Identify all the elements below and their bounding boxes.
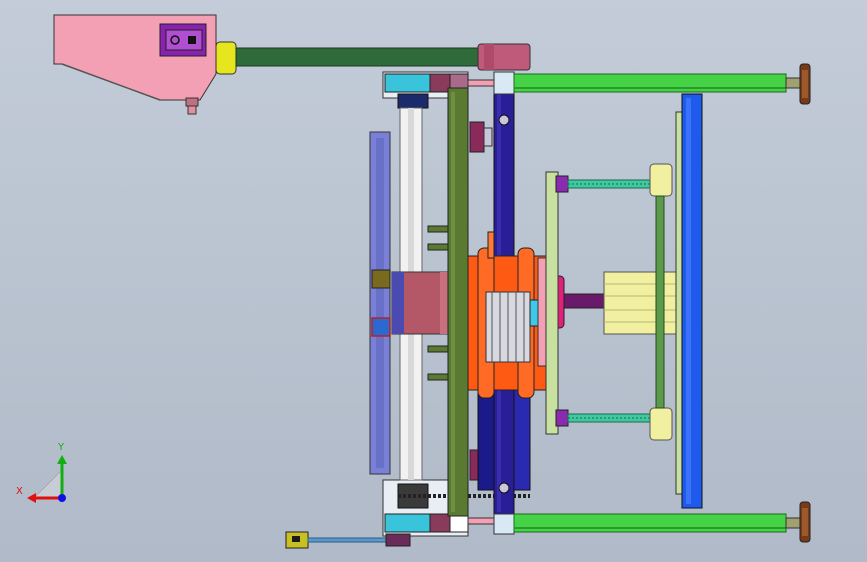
top-frame-bar[interactable] (493, 71, 787, 95)
leveling-foot-top[interactable] (785, 63, 811, 105)
upper-arm[interactable] (215, 41, 531, 75)
z-axis-icon (58, 494, 66, 502)
coordinate-triad (27, 455, 67, 503)
assembly-drawing[interactable] (0, 0, 867, 562)
leveling-foot-bottom[interactable] (785, 501, 811, 543)
y-axis-label: Y (58, 442, 65, 453)
lead-screw-bottom[interactable] (567, 413, 653, 423)
control-box[interactable] (53, 14, 217, 115)
switch-icon[interactable] (188, 36, 196, 44)
left-guide-rail[interactable] (369, 131, 391, 475)
x-axis-label: X (16, 486, 23, 497)
rear-plate[interactable] (675, 93, 703, 509)
lead-screw-top[interactable] (567, 179, 653, 189)
bottom-frame-bar[interactable] (493, 513, 787, 535)
proximity-sensor[interactable] (285, 531, 411, 549)
cad-viewport[interactable]: Y X (0, 0, 867, 562)
push-rod[interactable] (551, 275, 607, 329)
pneumatic-cylinder[interactable] (603, 271, 677, 335)
motor-assembly[interactable] (467, 231, 547, 399)
